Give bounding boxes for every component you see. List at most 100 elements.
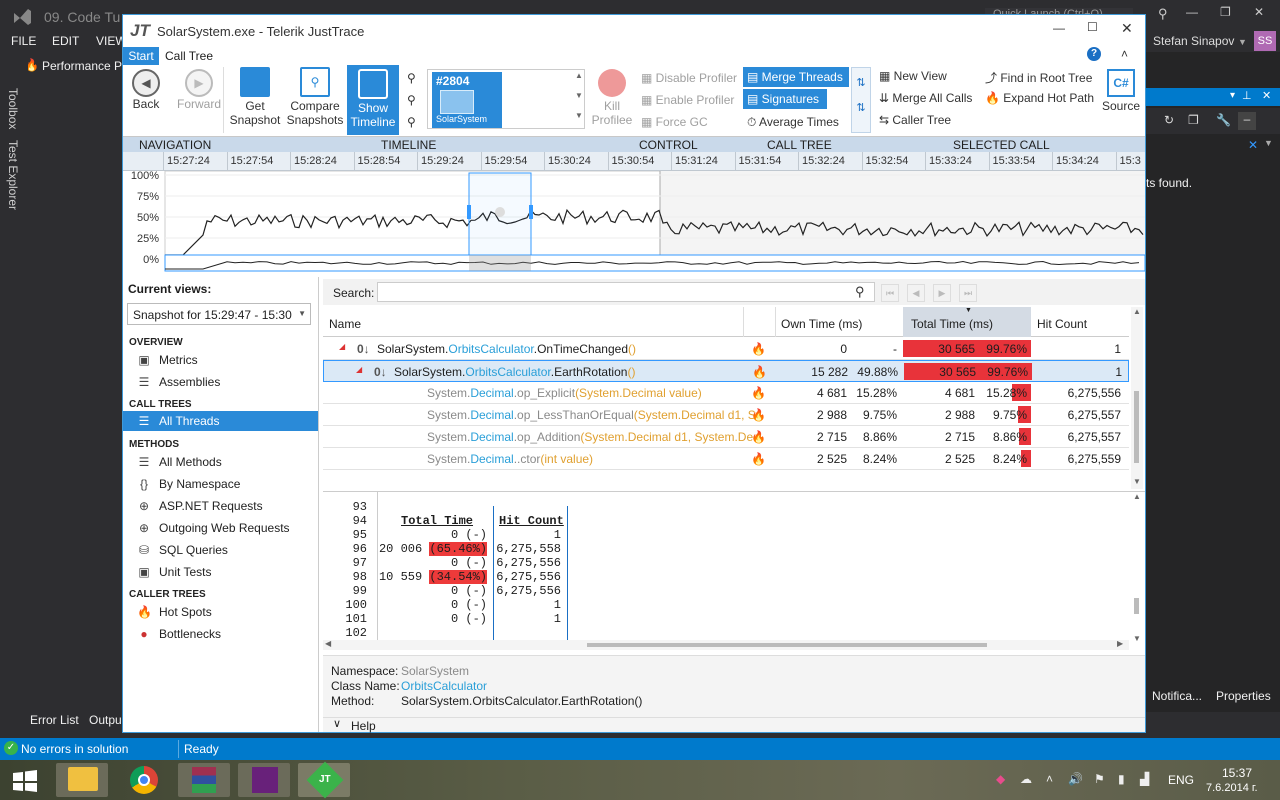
average-times-toggle[interactable]: ⏱ Average Times	[747, 115, 839, 130]
table-row[interactable]: ◢ 0↓ SolarSystem.OrbitsCalculator.EarthRot…	[323, 360, 1129, 382]
refresh-icon[interactable]: ↻	[1164, 113, 1174, 127]
scroll-down-icon[interactable]: ▼	[1133, 634, 1141, 643]
minimize-icon[interactable]: —	[1186, 5, 1198, 19]
last-result-icon[interactable]: ⏭	[959, 284, 977, 302]
scroll-right-icon[interactable]: ▶	[1117, 639, 1123, 648]
network-icon[interactable]: ▟	[1140, 772, 1149, 786]
chrome-taskbar-button[interactable]	[118, 763, 170, 797]
minimize-icon[interactable]: —	[1053, 21, 1065, 35]
output-tab[interactable]: Outpu	[89, 713, 122, 727]
back-button[interactable]: ◀ Back	[127, 69, 165, 111]
nav-outgoing-web-requests[interactable]: ⊕ Outgoing Web Requests	[137, 521, 290, 535]
new-view-button[interactable]: ▦ New View	[879, 69, 947, 83]
forward-button[interactable]: ▶ Forward	[175, 69, 223, 111]
user-name[interactable]: Stefan Sinapov	[1153, 34, 1234, 48]
force-gc-button[interactable]: ▦ Force GC	[641, 115, 708, 129]
first-result-icon[interactable]: ⏮	[881, 284, 899, 302]
col-total-time[interactable]: ▼ Total Time (ms)	[903, 307, 1031, 337]
visual-studio-taskbar-button[interactable]	[238, 763, 290, 797]
winrar-taskbar-button[interactable]	[178, 763, 230, 797]
tray-app-icon[interactable]: ◆	[996, 772, 1005, 786]
table-row[interactable]: ◢ 0↓ SolarSystem.OrbitsCalculator.OnTimeCh…	[323, 338, 1129, 360]
signatures-toggle[interactable]: ▤ Signatures	[743, 89, 827, 109]
expand-hot-path-button[interactable]: 🔥 Expand Hot Path	[985, 91, 1094, 105]
collapse-ribbon-icon[interactable]: ˄	[1121, 47, 1128, 61]
prev-result-icon[interactable]: ◀	[907, 284, 925, 302]
grid-scrollbar[interactable]: ▲ ▼	[1131, 307, 1143, 489]
wrench-icon[interactable]: 🔧	[1216, 113, 1231, 127]
source-scrollbar[interactable]: ▲ ▼	[1131, 492, 1143, 644]
source-button[interactable]: C# Source	[1101, 69, 1141, 113]
dropdown-icon[interactable]: ▾	[1230, 90, 1235, 101]
scroll-up-icon[interactable]: ▲	[1133, 307, 1141, 316]
get-snapshot-button[interactable]: Get Snapshot	[227, 67, 283, 127]
search-icon[interactable]: ⚲	[1158, 6, 1168, 22]
tab-start[interactable]: Start	[123, 47, 159, 65]
merge-all-calls-button[interactable]: ⇊ Merge All Calls	[879, 91, 972, 105]
nav-all-methods[interactable]: ☰ All Methods	[137, 455, 222, 469]
avatar[interactable]: SS	[1254, 31, 1276, 51]
chevron-down-icon[interactable]: ▼	[1238, 37, 1247, 47]
caller-tree-button[interactable]: ⇆ Caller Tree	[879, 113, 951, 127]
scroll-down-icon[interactable]: ▼	[575, 91, 583, 100]
table-row[interactable]: System.Decimal.op_Addition(System.Decima…	[323, 426, 1129, 448]
help-icon[interactable]: ?	[1087, 47, 1101, 61]
tray-chevron-icon[interactable]: ˄	[1046, 772, 1053, 786]
nav-by-namespace[interactable]: {} By Namespace	[137, 477, 240, 491]
scroll-left-icon[interactable]: ◀	[325, 639, 331, 648]
search-icon[interactable]: ⚲	[855, 284, 865, 300]
table-row[interactable]: System.Decimal.op_Explicit(System.Decima…	[323, 382, 1129, 404]
disable-profiler-button[interactable]: ▦ Disable Profiler	[641, 71, 737, 85]
nav-sql-queries[interactable]: ⛁ SQL Queries	[137, 543, 228, 557]
show-timeline-button[interactable]: Show Timeline	[347, 65, 399, 135]
scroll-down-icon[interactable]: ▼	[1133, 477, 1141, 486]
volume-icon[interactable]: 🔊	[1068, 772, 1083, 786]
zoom-fit-icon[interactable]: ⚲	[407, 115, 416, 129]
language-indicator[interactable]: ENG	[1168, 773, 1194, 787]
toolbox-tab[interactable]: Toolbox	[6, 88, 20, 129]
menu-edit[interactable]: EDIT	[52, 34, 79, 48]
chevron-down-icon[interactable]: ▼	[1264, 138, 1273, 148]
horizontal-scrollbar[interactable]: ◀ ▶	[323, 639, 1129, 650]
search-input[interactable]	[377, 282, 875, 302]
pin-icon[interactable]: ⊥	[1242, 89, 1252, 102]
scroll-thumb[interactable]	[1134, 598, 1139, 614]
scroll-up-icon[interactable]: ▲	[1133, 492, 1141, 501]
kill-profilee-button[interactable]: Kill Profilee	[589, 69, 635, 127]
clock-date[interactable]: 7.6.2014 г.	[1206, 782, 1258, 794]
table-row[interactable]: System.Decimal.op_LessThanOrEqual(System…	[323, 404, 1129, 426]
snapshot-select[interactable]: Snapshot for 15:29:47 - 15:30 ▼	[127, 303, 311, 325]
error-list-tab[interactable]: Error List	[30, 713, 79, 727]
notifications-tab[interactable]: Notifica...	[1152, 689, 1202, 703]
col-name[interactable]: Name	[329, 317, 361, 331]
scroll-up-icon[interactable]: ▲	[575, 71, 583, 80]
snapshot-gallery[interactable]: #2804 SolarSystem	[427, 69, 585, 129]
timeline-chart[interactable]: 100% 75% 50% 25% 0%	[123, 170, 1146, 275]
scroll-thumb[interactable]	[1134, 391, 1139, 463]
nav-all-threads[interactable]: ☰ All Threads	[137, 414, 220, 428]
close-icon[interactable]: ✕	[1254, 5, 1264, 19]
minus-icon[interactable]: –	[1238, 112, 1256, 130]
windows-start-icon[interactable]	[12, 770, 38, 792]
nav-assemblies[interactable]: ☰ Assemblies	[137, 375, 221, 389]
close-icon[interactable]: ✕	[1262, 89, 1271, 102]
collapse-icon[interactable]: ❐	[1188, 113, 1199, 127]
zoom-out-icon[interactable]: ⚲	[407, 93, 416, 107]
find-root-tree-button[interactable]: ⤴ Find in Root Tree	[985, 69, 1092, 86]
justtrace-taskbar-button[interactable]: JT	[298, 761, 350, 799]
flag-icon[interactable]: ⚑	[1094, 772, 1105, 786]
test-explorer-tab[interactable]: Test Explorer	[6, 140, 20, 210]
gallery-more-icon[interactable]: ▼	[575, 111, 583, 120]
maximize-icon[interactable]: ☐	[1087, 20, 1098, 34]
restore-icon[interactable]: ❐	[1220, 5, 1231, 19]
clock-time[interactable]: 15:37	[1222, 766, 1252, 780]
nav-bottlenecks[interactable]: ● Bottlenecks	[137, 627, 221, 641]
zoom-in-icon[interactable]: ⚲	[407, 71, 416, 85]
col-hit-count[interactable]: Hit Count	[1037, 317, 1087, 331]
tab-call-tree[interactable]: Call Tree	[165, 49, 213, 63]
vs-doc-tab[interactable]: 🔥 Performance P	[24, 54, 124, 78]
snapshot-thumbnail[interactable]: #2804 SolarSystem	[432, 72, 502, 128]
battery-icon[interactable]: ▮	[1118, 772, 1125, 786]
table-row[interactable]: System.Decimal..ctor(int value) 🔥 2 525 8.2…	[323, 448, 1129, 470]
nav-hot-spots[interactable]: 🔥 Hot Spots	[137, 605, 212, 619]
